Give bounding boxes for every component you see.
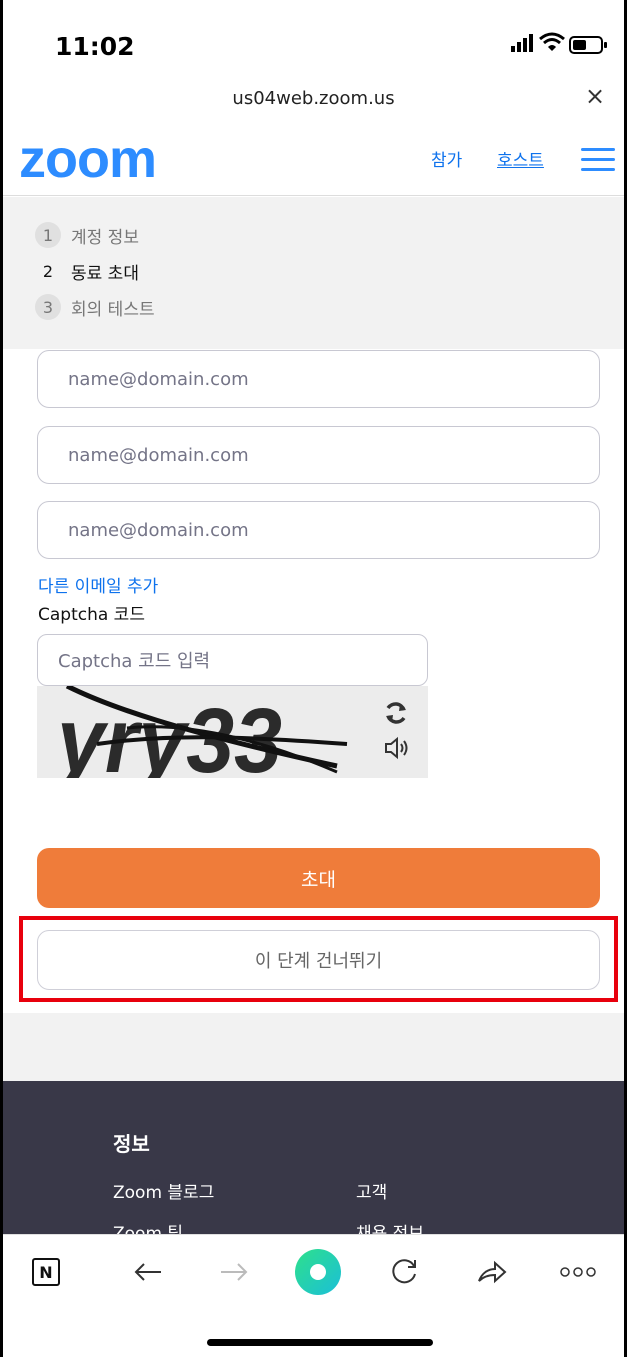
hamburger-menu-icon[interactable] xyxy=(581,148,615,172)
zoom-logo[interactable]: zoom xyxy=(19,128,157,190)
captcha-text: yry33 xyxy=(53,690,282,778)
email-field-1[interactable]: name@domain.com xyxy=(37,350,600,408)
share-icon[interactable] xyxy=(469,1249,515,1295)
captcha-image: yry33 xyxy=(37,683,428,792)
phone-screen: 11:02 us04web.zoom.us × zoom 참가 호스트 1 계정… xyxy=(3,0,624,1357)
skip-step-button[interactable]: 이 단계 건너뛰기 xyxy=(37,930,600,990)
step-label: 회의 테스트 xyxy=(71,299,155,320)
speaker-icon[interactable] xyxy=(383,736,411,760)
footer-link-tips[interactable]: Zoom 팀 xyxy=(113,1219,183,1234)
home-indicator xyxy=(207,1339,433,1346)
footer-heading: 정보 xyxy=(113,1132,150,1156)
footer-link-blog[interactable]: Zoom 블로그 xyxy=(113,1178,214,1203)
step-label: 계정 정보 xyxy=(71,227,139,248)
browser-address-bar: us04web.zoom.us × xyxy=(3,72,624,122)
email-field-2[interactable]: name@domain.com xyxy=(37,426,600,484)
host-link[interactable]: 호스트 xyxy=(497,146,544,171)
green-home-button[interactable] xyxy=(295,1249,341,1295)
step-2: 2 동료 초대 xyxy=(35,257,139,285)
url-text[interactable]: us04web.zoom.us xyxy=(3,88,624,109)
green-dot-icon xyxy=(295,1249,341,1295)
status-time: 11:02 xyxy=(55,32,135,61)
footer-link-customers[interactable]: 고객 xyxy=(356,1178,387,1203)
site-header: zoom 참가 호스트 xyxy=(3,122,624,196)
refresh-icon[interactable] xyxy=(383,700,409,726)
step-1: 1 계정 정보 xyxy=(35,221,139,249)
captcha-input[interactable]: Captcha 코드 입력 xyxy=(37,634,428,686)
email-field-3[interactable]: name@domain.com xyxy=(37,501,600,559)
step-number: 1 xyxy=(35,222,61,248)
footer-link-careers[interactable]: 채용 정보 xyxy=(356,1219,424,1234)
forward-arrow-icon[interactable] xyxy=(211,1249,257,1295)
page-spacer xyxy=(3,1013,624,1081)
invite-button[interactable]: 초대 xyxy=(37,848,600,908)
captcha-label: Captcha 코드 xyxy=(38,605,145,625)
naver-n-icon: N xyxy=(32,1258,60,1286)
step-label: 동료 초대 xyxy=(71,263,139,284)
battery-icon xyxy=(569,36,607,54)
captcha-graphic: yry33 xyxy=(53,683,348,792)
browser-toolbar: N xyxy=(3,1234,624,1310)
step-number: 2 xyxy=(42,261,54,281)
site-footer: 정보 Zoom 블로그 고객 Zoom 팀 채용 정보 xyxy=(3,1081,624,1234)
close-icon[interactable]: × xyxy=(580,82,610,110)
wifi-icon xyxy=(539,32,565,51)
add-email-link[interactable]: 다른 이메일 추가 xyxy=(38,572,158,597)
more-icon[interactable] xyxy=(555,1249,601,1295)
step-number: 3 xyxy=(35,294,61,320)
reload-icon[interactable] xyxy=(381,1249,427,1295)
back-arrow-icon[interactable] xyxy=(125,1249,171,1295)
signal-icon xyxy=(511,34,533,52)
naver-button[interactable]: N xyxy=(23,1249,69,1295)
signup-steps: 1 계정 정보 2 동료 초대 3 회의 테스트 xyxy=(3,197,624,349)
step-3: 3 회의 테스트 xyxy=(35,293,155,321)
join-link[interactable]: 참가 xyxy=(431,146,462,171)
